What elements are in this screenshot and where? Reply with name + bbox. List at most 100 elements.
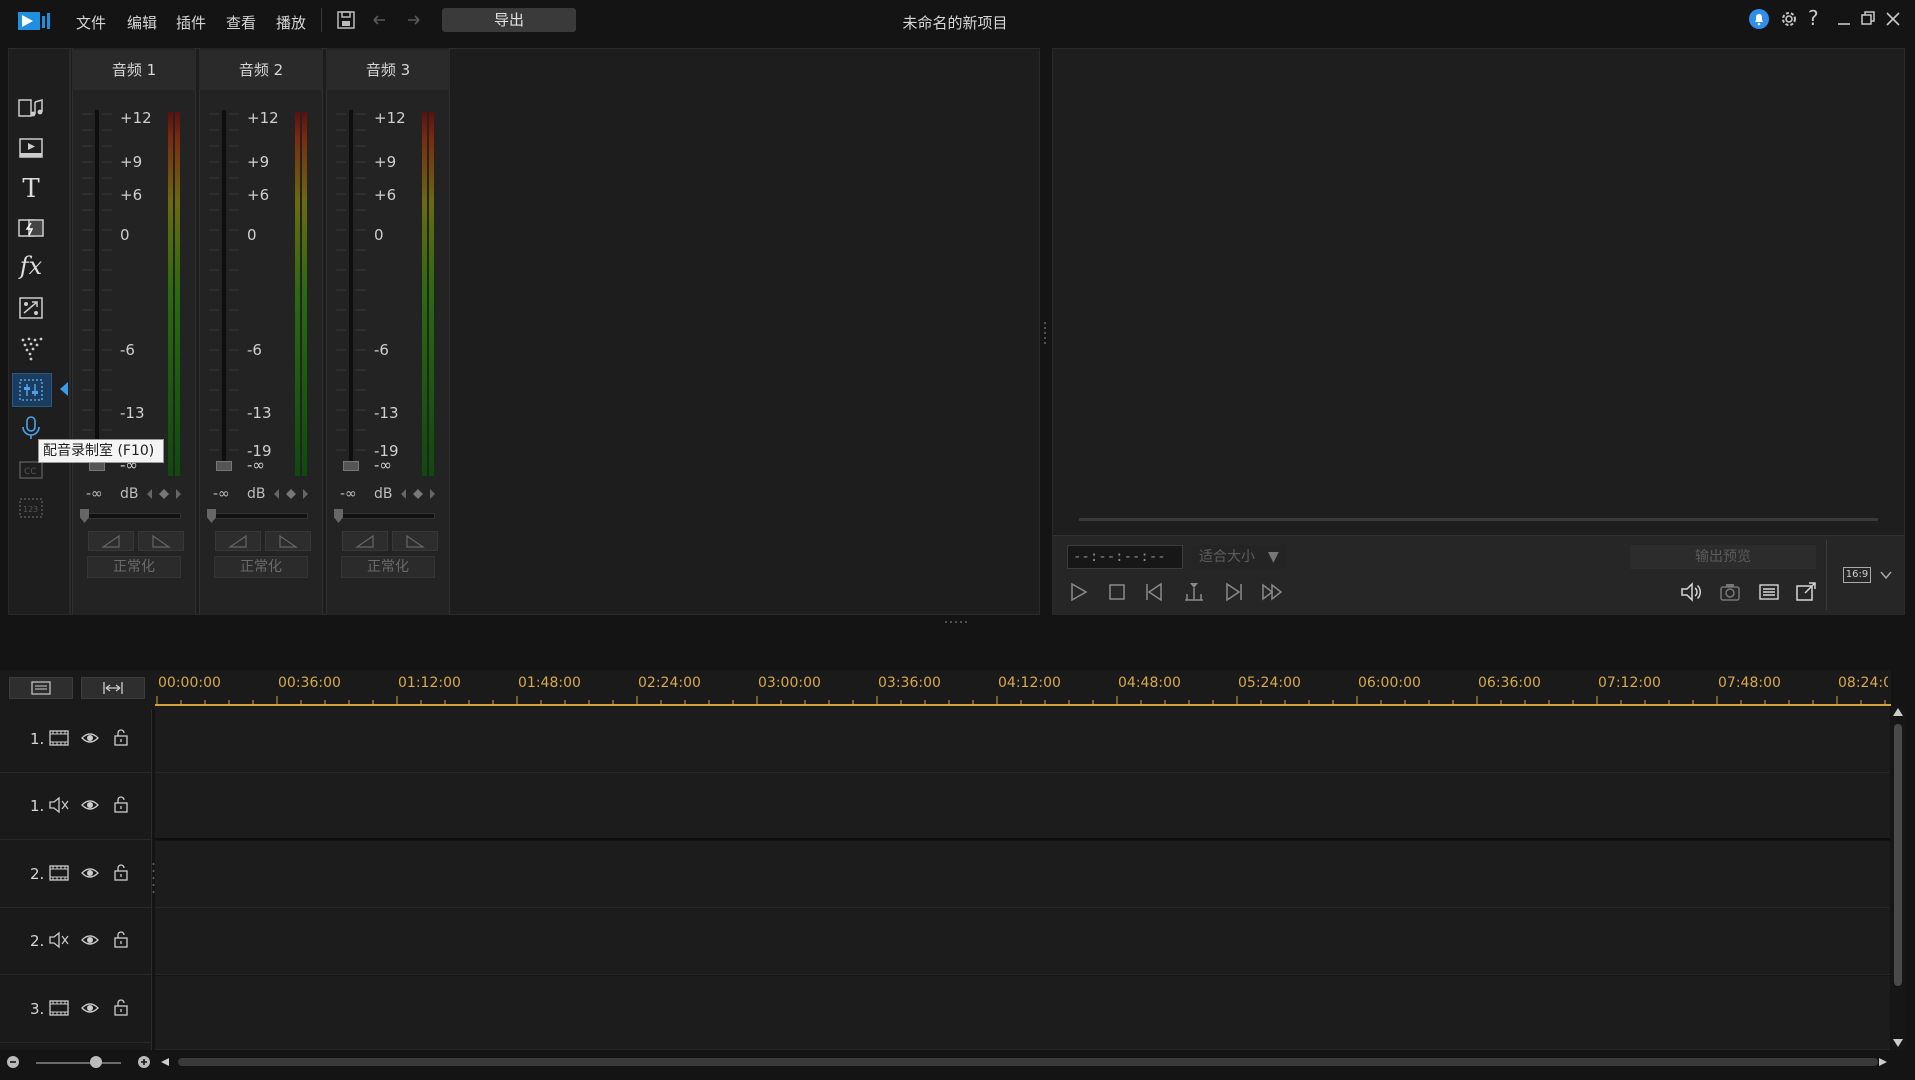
track-header-resize-handle[interactable] <box>152 860 155 896</box>
aspect-ratio-badge[interactable]: 16:9 <box>1843 567 1871 583</box>
channel-3-fade-in-button[interactable] <box>342 531 388 551</box>
title-room-icon[interactable]: T <box>17 174 45 204</box>
channel-3-pan-slider[interactable] <box>339 513 435 519</box>
menu-list-icon[interactable] <box>1757 580 1781 604</box>
zoom-slider-track[interactable] <box>36 1062 121 1064</box>
track-lane-video-1[interactable] <box>155 706 1890 773</box>
stop-icon[interactable] <box>1105 580 1129 604</box>
menu-plugins[interactable]: 插件 <box>176 12 206 33</box>
menu-edit[interactable]: 编辑 <box>127 12 157 33</box>
unlock-icon[interactable] <box>111 794 131 814</box>
fit-timeline-button[interactable] <box>81 677 145 699</box>
eye-icon[interactable] <box>80 863 100 883</box>
track-lane-audio-2[interactable] <box>155 908 1890 975</box>
preview-scrub-bar[interactable] <box>1079 518 1878 521</box>
scroll-right-icon[interactable] <box>1878 1057 1888 1067</box>
fx-room-icon[interactable]: fx <box>17 252 45 280</box>
undo-icon[interactable] <box>369 9 391 31</box>
storyboard-view-button[interactable] <box>9 677 73 699</box>
zoom-slider-knob[interactable] <box>90 1056 102 1068</box>
save-icon[interactable] <box>335 9 357 31</box>
settings-icon[interactable] <box>1778 8 1800 30</box>
channel-2-db-unit: dB <box>247 486 266 502</box>
channel-3-fade-out-button[interactable] <box>392 531 438 551</box>
vertical-scroll-thumb[interactable] <box>1894 724 1902 986</box>
scale-label: 0 <box>374 226 384 244</box>
chapter-room-icon[interactable]: 123 <box>17 494 45 522</box>
timecode-field[interactable]: --:--:--:-- <box>1067 545 1183 569</box>
eye-icon[interactable] <box>80 998 100 1018</box>
channel-2-fader-knob[interactable] <box>216 461 232 471</box>
ruler-label: 06:00:00 <box>1358 675 1421 691</box>
scroll-left-icon[interactable] <box>160 1057 170 1067</box>
track-lane-video-3[interactable] <box>155 976 1890 1050</box>
help-icon[interactable]: ? <box>1808 6 1828 30</box>
menu-view[interactable]: 查看 <box>226 12 256 33</box>
scroll-up-icon[interactable] <box>1892 707 1904 717</box>
channel-3-fader-knob[interactable] <box>343 461 359 471</box>
transition-room-icon[interactable] <box>17 214 45 242</box>
channel-3-normalize-button[interactable]: 正常化 <box>341 556 435 578</box>
media-room-icon[interactable] <box>17 94 45 122</box>
video-track-icon <box>48 863 70 883</box>
export-button[interactable]: 导出 <box>442 8 576 32</box>
unlock-icon[interactable] <box>111 727 131 747</box>
channel-1-normalize-button[interactable]: 正常化 <box>87 556 181 578</box>
aspect-dropdown-icon[interactable] <box>1879 568 1893 582</box>
voice-over-room-icon[interactable] <box>17 414 45 442</box>
unlock-icon[interactable] <box>111 862 131 882</box>
pip-room-icon[interactable] <box>17 294 45 322</box>
timeline-horizontal-scrollbar[interactable] <box>178 1058 1878 1066</box>
unlock-icon[interactable] <box>111 997 131 1017</box>
channel-3-fader-track[interactable] <box>349 110 353 470</box>
channel-2-pan-slider[interactable] <box>212 513 308 519</box>
eye-icon[interactable] <box>80 930 100 950</box>
channel-3-keyframe-nav-icon[interactable] <box>400 488 436 500</box>
fit-size-dropdown[interactable]: 适合大小 ▼ <box>1192 545 1286 569</box>
restore-icon[interactable] <box>1858 8 1878 30</box>
panel-splitter-handle[interactable] <box>1043 320 1047 346</box>
channel-2-fader-track[interactable] <box>222 110 226 470</box>
fast-forward-icon[interactable] <box>1260 580 1284 604</box>
channel-2-keyframe-nav-icon[interactable] <box>273 488 309 500</box>
chevron-down-icon: ▼ <box>1268 549 1279 565</box>
volume-icon[interactable] <box>1679 580 1703 604</box>
redo-icon[interactable] <box>402 9 424 31</box>
scale-label: +12 <box>247 109 279 127</box>
previous-frame-icon[interactable] <box>1143 580 1167 604</box>
output-preview-button[interactable]: 输出预览 <box>1630 545 1816 569</box>
eye-icon[interactable] <box>80 728 100 748</box>
channel-2-fade-out-button[interactable] <box>265 531 311 551</box>
channel-2-normalize-button[interactable]: 正常化 <box>214 556 308 578</box>
app-logo-icon <box>18 10 54 32</box>
snapshot-icon[interactable] <box>1718 580 1742 604</box>
eye-icon[interactable] <box>80 795 100 815</box>
channel-1-pan-slider[interactable] <box>85 513 181 519</box>
channel-1-fade-out-button[interactable] <box>138 531 184 551</box>
track-lane-audio-1[interactable] <box>155 773 1890 840</box>
horizontal-splitter-handle[interactable] <box>944 620 968 624</box>
play-icon[interactable] <box>1066 580 1090 604</box>
channel-1-fade-in-button[interactable] <box>88 531 134 551</box>
menu-playback[interactable]: 播放 <box>276 12 306 33</box>
undock-icon[interactable] <box>1794 580 1818 604</box>
menu-file[interactable]: 文件 <box>76 12 106 33</box>
split-clip-icon[interactable] <box>1182 580 1206 604</box>
minimize-icon[interactable] <box>1834 8 1854 30</box>
track-lane-video-2[interactable] <box>155 841 1890 908</box>
unlock-icon[interactable] <box>111 929 131 949</box>
zoom-in-icon[interactable] <box>137 1055 151 1069</box>
notification-icon[interactable] <box>1748 8 1770 30</box>
channel-3-level-meter <box>422 112 434 476</box>
video-room-icon[interactable] <box>17 134 45 162</box>
close-icon[interactable] <box>1883 8 1903 30</box>
particle-room-icon[interactable] <box>17 334 45 362</box>
scroll-down-icon[interactable] <box>1892 1038 1904 1048</box>
track-header-video-1: 1. <box>0 706 152 773</box>
channel-1-fader-track[interactable] <box>95 110 99 470</box>
zoom-out-icon[interactable] <box>6 1055 20 1069</box>
audio-mixing-room-icon[interactable] <box>17 376 45 404</box>
channel-2-fade-in-button[interactable] <box>215 531 261 551</box>
next-frame-icon[interactable] <box>1221 580 1245 604</box>
channel-1-keyframe-nav-icon[interactable] <box>146 488 182 500</box>
